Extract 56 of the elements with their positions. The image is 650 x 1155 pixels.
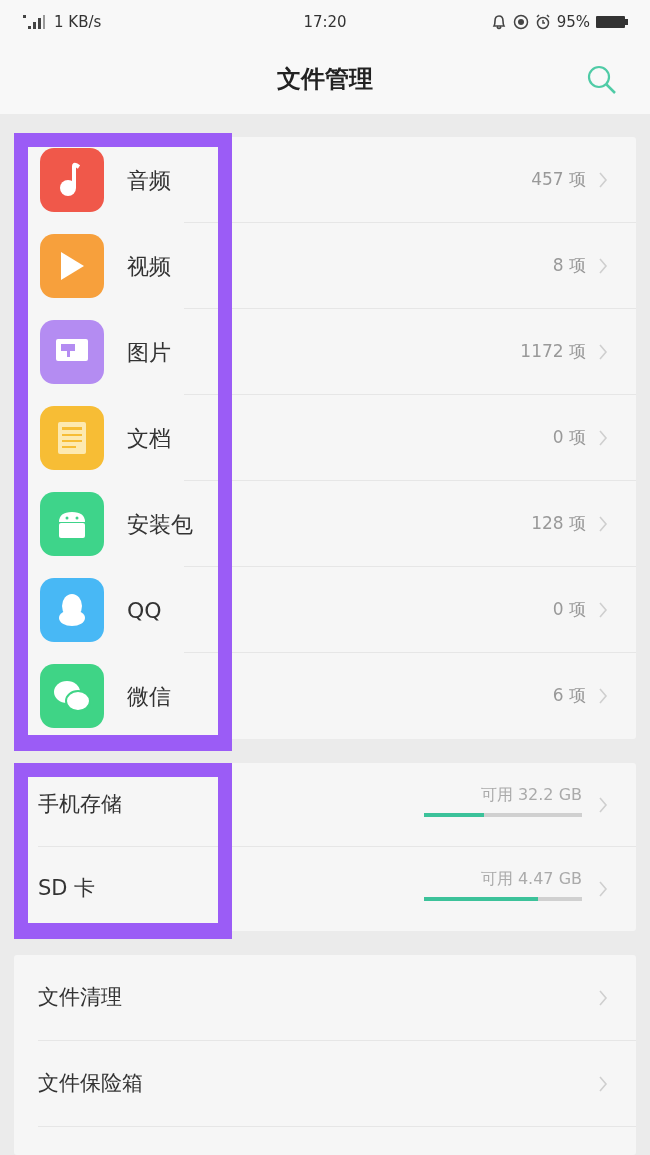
- item-count: 0 项: [552, 598, 586, 622]
- item-count: 128 项: [531, 512, 586, 536]
- tool-row[interactable]: 文件清理: [14, 955, 636, 1041]
- play-icon: [58, 250, 86, 282]
- storage-label: SD 卡: [38, 875, 96, 903]
- category-label: 音频: [127, 166, 171, 195]
- category-row[interactable]: 视频 8 项: [14, 223, 636, 309]
- tool-label: 文件清理: [38, 984, 122, 1012]
- chevron-icon: [598, 515, 608, 533]
- chevron-icon: [598, 257, 608, 275]
- tool-row[interactable]: 文件保险箱: [14, 1041, 636, 1127]
- chevron-icon: [598, 687, 608, 705]
- chevron-icon: [598, 796, 608, 814]
- storage-row[interactable]: SD 卡 可用 4.47 GB: [14, 847, 636, 931]
- item-count: 457 项: [531, 168, 586, 192]
- chevron-icon: [598, 171, 608, 189]
- category-row[interactable]: 图片 1172 项: [14, 309, 636, 395]
- chevron-icon: [598, 880, 608, 898]
- chevron-icon: [598, 989, 608, 1007]
- chat-bubbles-icon: [52, 679, 92, 713]
- storage-row[interactable]: 手机存储 可用 32.2 GB: [14, 763, 636, 847]
- category-label: QQ: [127, 596, 162, 625]
- category-row[interactable]: 安装包 128 项: [14, 481, 636, 567]
- category-row[interactable]: 音频 457 项: [14, 137, 636, 223]
- storage-label: 手机存储: [38, 791, 122, 819]
- network-speed: 1 KB/s: [54, 11, 102, 33]
- available-space: 可用 32.2 GB: [480, 784, 582, 806]
- alarm-clock-icon: [534, 14, 551, 30]
- chevron-icon: [598, 1075, 608, 1093]
- item-count: 8 项: [552, 254, 586, 278]
- item-count: 0 项: [552, 426, 586, 450]
- category-row[interactable]: 微信 6 项: [14, 653, 636, 739]
- signal-icon: [22, 14, 46, 30]
- available-space: 可用 4.47 GB: [480, 868, 582, 890]
- item-count: 1172 项: [520, 340, 586, 364]
- battery-icon: [596, 15, 628, 29]
- category-label: 安装包: [127, 510, 193, 539]
- category-label: 文档: [127, 424, 171, 453]
- bell-icon: [490, 14, 507, 30]
- chevron-icon: [598, 343, 608, 361]
- category-label: 图片: [127, 338, 171, 367]
- document-icon: [57, 421, 87, 455]
- category-row[interactable]: QQ 0 项: [14, 567, 636, 653]
- penguin-icon: [57, 592, 87, 628]
- page-title: 文件管理: [277, 64, 373, 95]
- target-icon: [512, 14, 529, 30]
- category-label: 微信: [127, 682, 171, 711]
- chevron-icon: [598, 429, 608, 447]
- category-row[interactable]: 文档 0 项: [14, 395, 636, 481]
- search-icon: [586, 64, 618, 96]
- battery-percent: 95%: [556, 11, 590, 33]
- item-count: 6 项: [552, 684, 586, 708]
- category-label: 视频: [127, 252, 171, 281]
- clock: 17:20: [302, 11, 348, 33]
- tool-label: 文件保险箱: [38, 1070, 143, 1098]
- chevron-icon: [598, 601, 608, 619]
